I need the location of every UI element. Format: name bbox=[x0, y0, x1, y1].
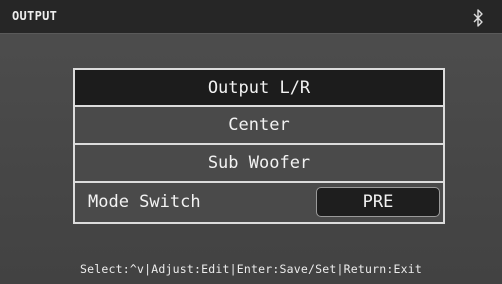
menu-item-output-lr[interactable]: Output L/R bbox=[75, 70, 443, 107]
menu-item-label: Center bbox=[228, 115, 290, 135]
key-help-footer: Select:^v|Adjust:Edit|Enter:Save/Set|Ret… bbox=[80, 262, 422, 276]
menu-item-center[interactable]: Center bbox=[75, 107, 443, 145]
output-menu: Output L/R Center Sub Woofer Mode Switch… bbox=[73, 68, 445, 224]
mode-switch-value-button[interactable]: PRE bbox=[316, 187, 440, 217]
page-title: OUTPUT bbox=[12, 9, 58, 23]
mode-switch-label: Mode Switch bbox=[88, 192, 201, 212]
menu-item-label: Output L/R bbox=[207, 78, 311, 98]
menu-item-mode-switch[interactable]: Mode Switch PRE bbox=[75, 183, 443, 222]
bluetooth-icon bbox=[473, 9, 483, 27]
menu-item-sub-woofer[interactable]: Sub Woofer bbox=[75, 145, 443, 183]
output-screen: OUTPUT Output L/R Center Sub Woofer Mode… bbox=[0, 0, 502, 284]
title-bar: OUTPUT bbox=[0, 0, 502, 34]
menu-item-label: Sub Woofer bbox=[207, 153, 311, 173]
